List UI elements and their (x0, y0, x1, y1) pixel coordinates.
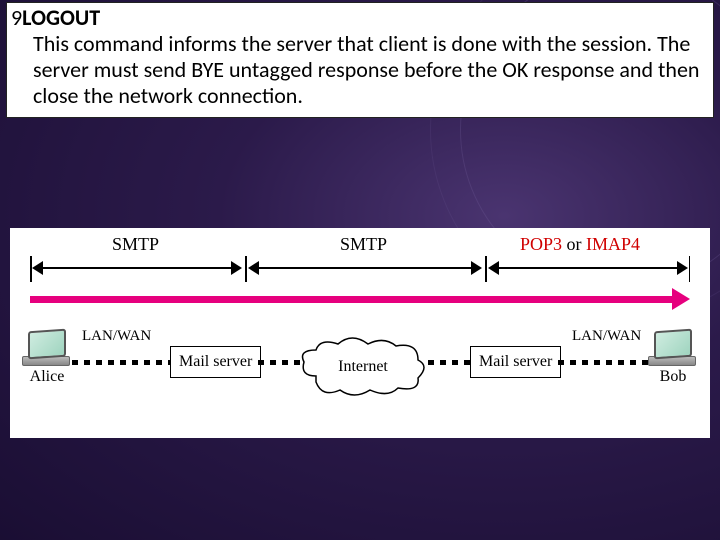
alice-laptop-icon: Alice (22, 330, 72, 386)
arrow-segment-3 (488, 260, 688, 276)
protocol-smtp-2: SMTP (340, 234, 387, 255)
internet-cloud-icon: Internet (298, 336, 428, 398)
item-number: 9 (11, 5, 22, 31)
lanwan-label-1: LAN/WAN (82, 328, 151, 345)
flow-arrow (30, 296, 674, 303)
link-3 (428, 360, 470, 365)
content-frame: 9LOGOUT This command informs the server … (6, 2, 714, 118)
lanwan-label-2: LAN/WAN (572, 328, 641, 345)
protocol-or: or (562, 234, 586, 254)
arrow-segment-1 (32, 260, 242, 276)
arrow-segment-2 (248, 260, 482, 276)
alice-label: Alice (22, 368, 72, 386)
mail-server-2: Mail server (470, 346, 561, 378)
internet-label: Internet (298, 358, 428, 376)
bob-laptop-icon: Bob (648, 330, 698, 386)
command-description: This command informs the server that cli… (33, 31, 709, 109)
link-2 (258, 360, 300, 365)
protocol-imap4: IMAP4 (586, 234, 640, 254)
link-1 (72, 360, 170, 365)
mail-server-1: Mail server (170, 346, 261, 378)
email-flow-diagram: SMTP SMTP POP3 or IMAP4 Alice LAN/WAN Ma… (10, 228, 710, 438)
flow-arrow-head (672, 288, 690, 310)
protocol-row: SMTP SMTP POP3 or IMAP4 (30, 234, 690, 262)
link-4 (558, 360, 656, 365)
protocol-pop3: POP3 (520, 234, 562, 254)
protocol-smtp-1: SMTP (112, 234, 159, 255)
command-title: LOGOUT (22, 4, 100, 31)
bob-label: Bob (648, 368, 698, 386)
